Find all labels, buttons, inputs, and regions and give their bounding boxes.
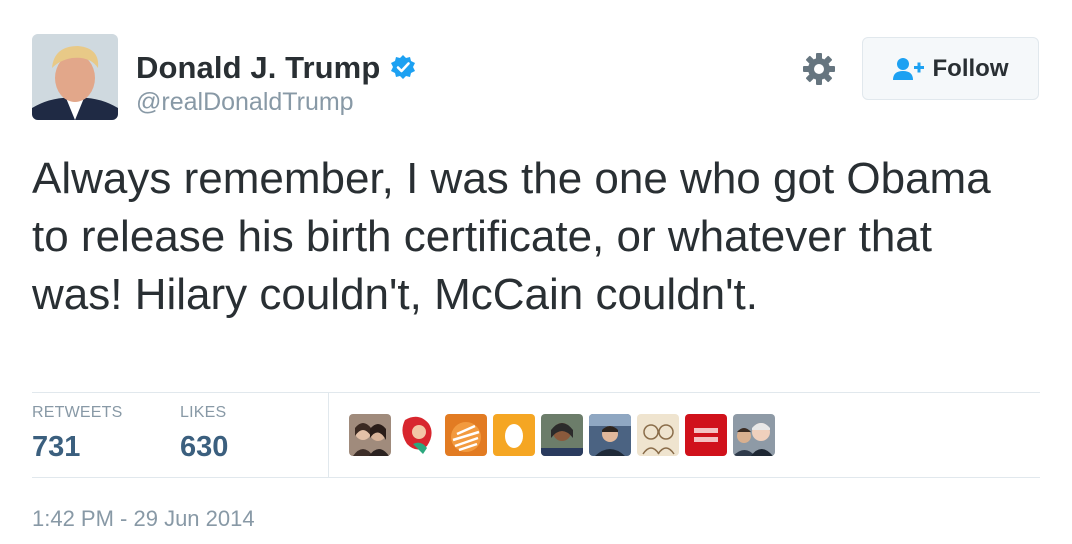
liker-avatar-photo-icon: [589, 414, 631, 456]
user-handle[interactable]: @realDonaldTrump: [136, 90, 416, 115]
display-name[interactable]: Donald J. Trump: [136, 52, 380, 83]
user-avatar[interactable]: [32, 34, 118, 120]
retweets-label: RETWEETS: [32, 404, 123, 421]
liker-avatar[interactable]: [349, 414, 391, 456]
liker-avatar[interactable]: [397, 414, 439, 456]
likes-label: LIKES: [180, 404, 227, 421]
liker-avatar-photo-icon: [541, 414, 583, 456]
liker-avatar[interactable]: [685, 414, 727, 456]
retweets-stat[interactable]: RETWEETS 731: [32, 405, 123, 462]
follow-label: Follow: [932, 54, 1009, 82]
user-avatar-photo: [32, 34, 118, 120]
liker-avatar[interactable]: [637, 414, 679, 456]
likers-avatar-list: [349, 414, 775, 456]
liker-avatar-orange-logo-icon: [445, 414, 487, 456]
likes-stat[interactable]: LIKES 630: [180, 405, 228, 462]
stats-vertical-divider: [328, 393, 329, 477]
liker-avatar[interactable]: [733, 414, 775, 456]
add-user-icon: [892, 57, 925, 81]
follow-button[interactable]: Follow: [862, 37, 1039, 100]
user-name-block: Donald J. Trump @realDonaldTrump: [136, 46, 416, 115]
likes-count: 630: [180, 431, 229, 463]
tweet-timestamp[interactable]: 1:42 PM - 29 Jun 2014: [32, 508, 255, 530]
retweets-count: 731: [32, 431, 81, 463]
liker-avatar[interactable]: [541, 414, 583, 456]
gear-icon[interactable]: [802, 52, 836, 86]
display-name-row: Donald J. Trump: [136, 46, 416, 88]
liker-avatar-sketch-icon: [637, 414, 679, 456]
liker-avatar-egg-icon: [493, 414, 535, 456]
liker-avatar-mermaid-icon: [397, 414, 439, 456]
verified-badge-icon: [390, 54, 416, 80]
stats-divider-top: [32, 392, 1040, 393]
liker-avatar[interactable]: [445, 414, 487, 456]
liker-avatar-red-equal-icon: [685, 414, 727, 456]
liker-avatar[interactable]: [589, 414, 631, 456]
tweet-text: Always remember, I was the one who got O…: [32, 154, 991, 319]
liker-avatar-photo-icon: [349, 414, 391, 456]
liker-avatar-photo-icon: [733, 414, 775, 456]
stats-divider-bottom: [32, 477, 1040, 478]
liker-avatar[interactable]: [493, 414, 535, 456]
